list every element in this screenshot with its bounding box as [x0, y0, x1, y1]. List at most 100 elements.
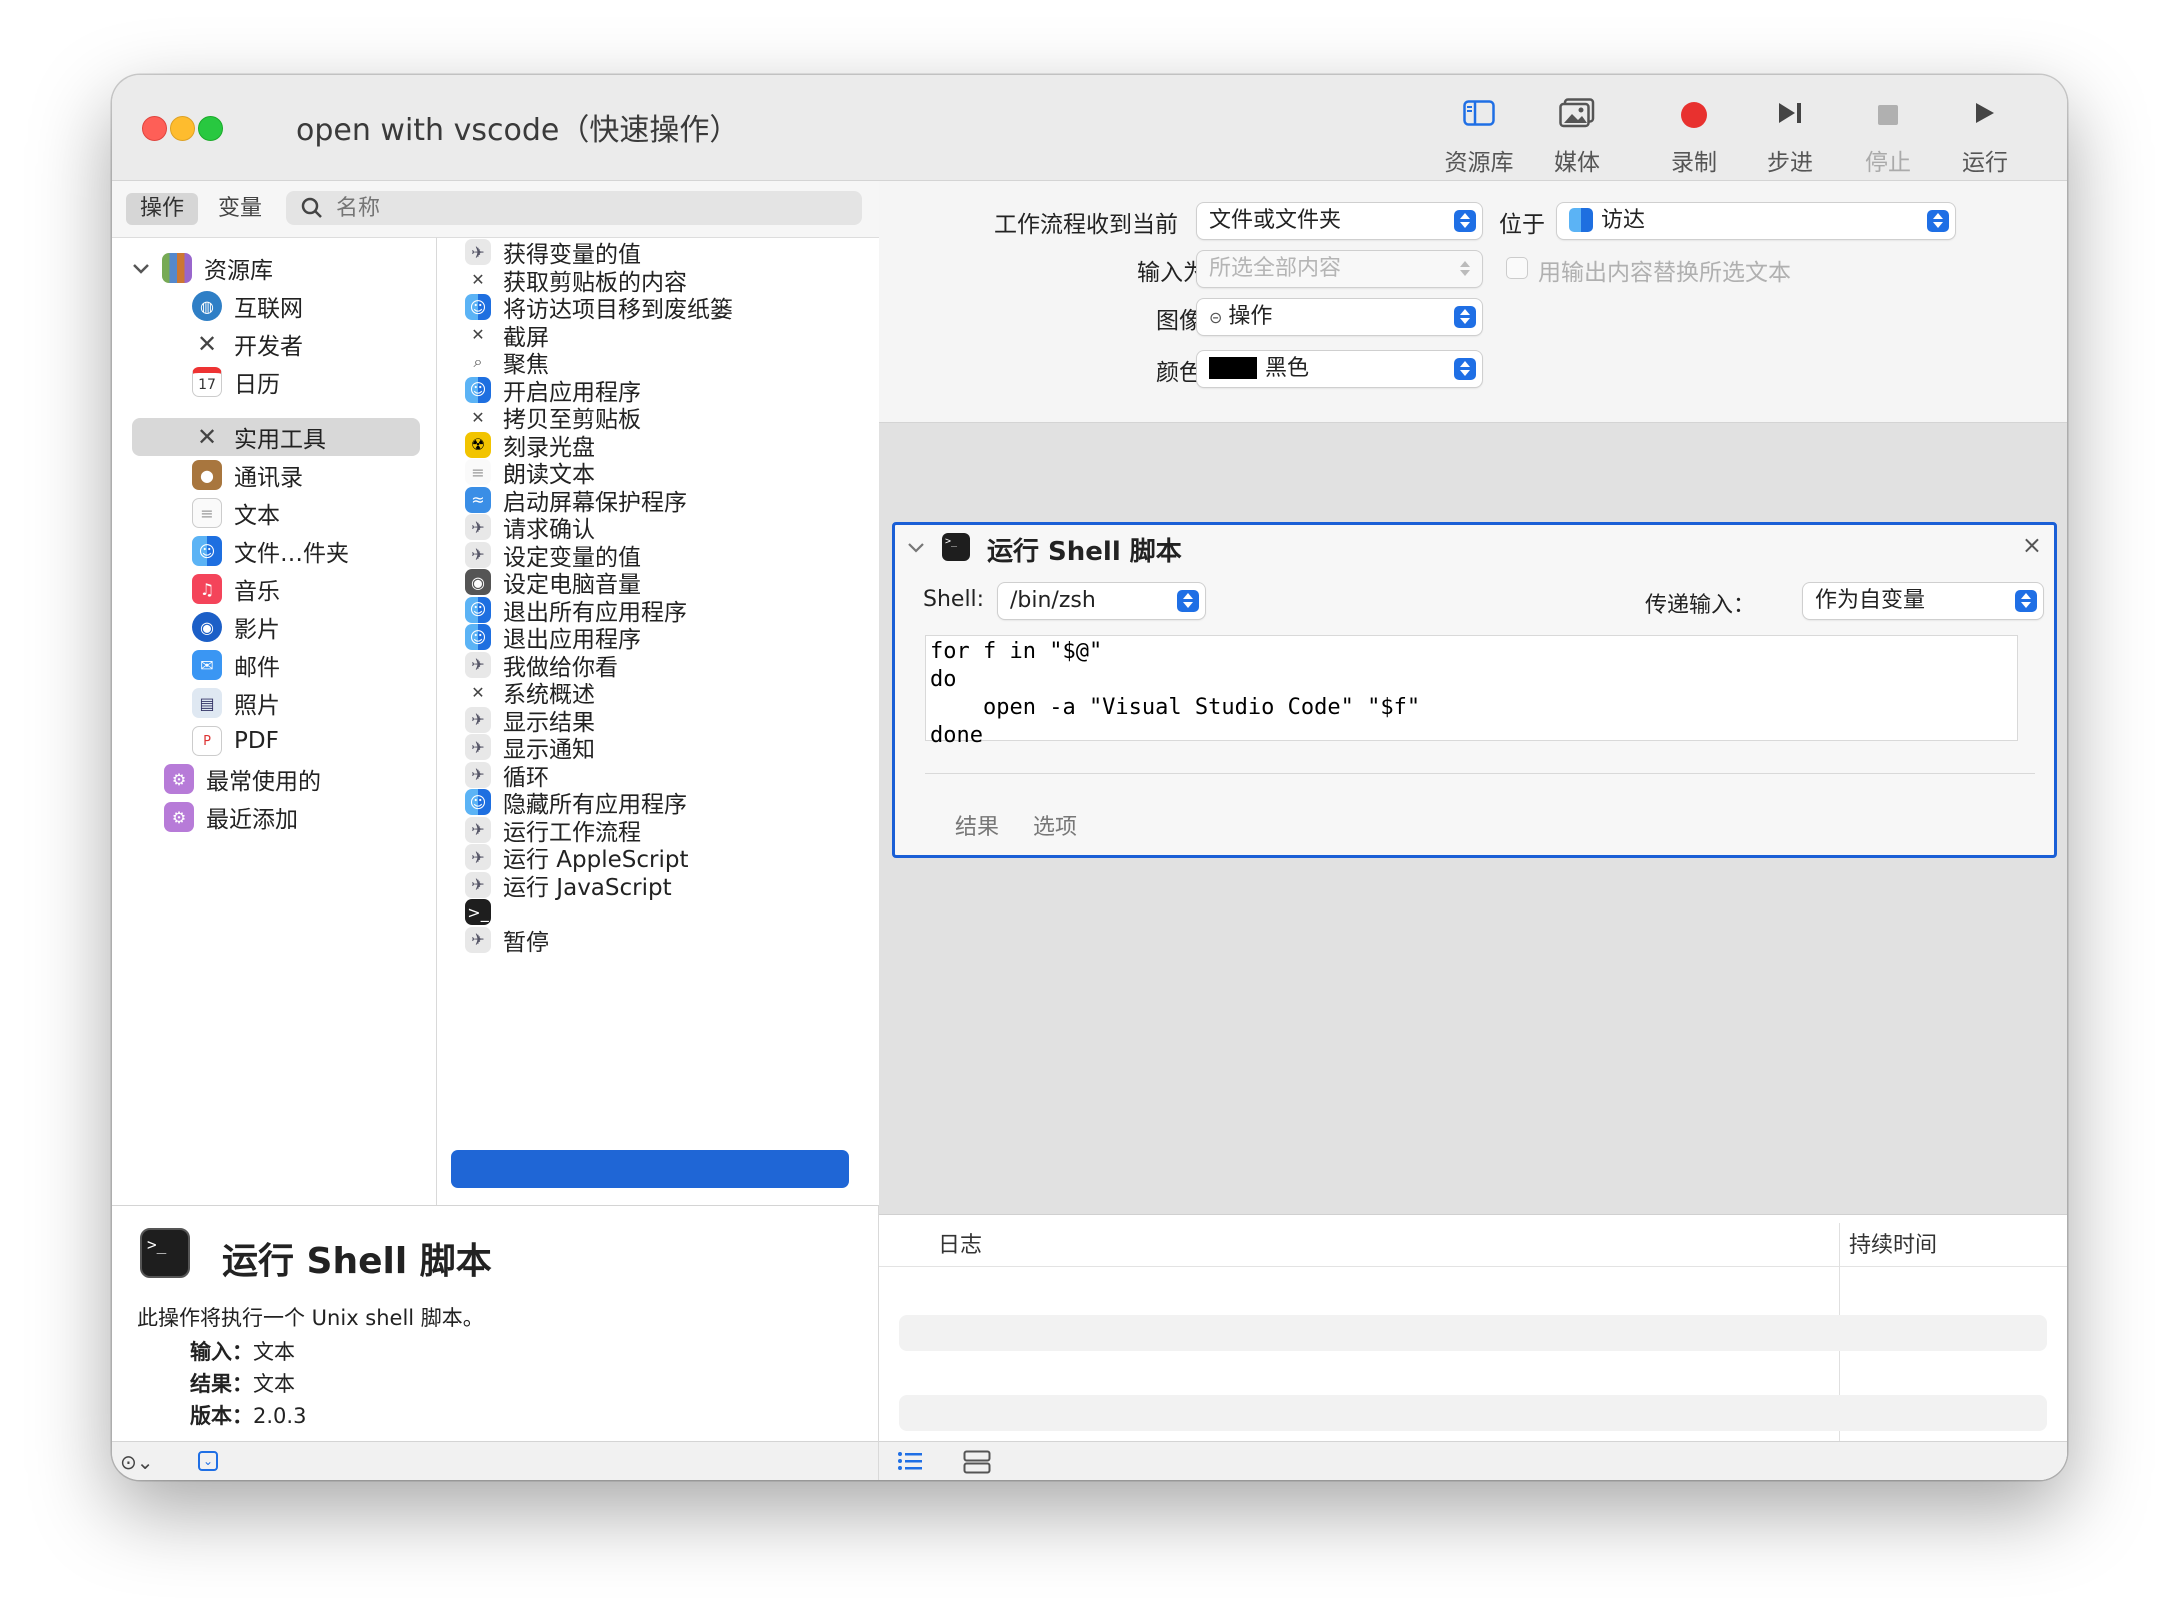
shell-popup[interactable]: /bin/zsh [998, 583, 1205, 619]
action-label: 暂停 [503, 929, 549, 956]
category-label: 文件…件夹 [234, 541, 349, 567]
zoom-window-button[interactable] [198, 116, 223, 141]
finder-icon: ☺ [192, 536, 222, 566]
gear-icon: ⊝ [1209, 308, 1223, 327]
library-tabs: 操作 变量 [112, 181, 879, 237]
input-is-label: 输入为 [1137, 260, 1206, 286]
record-button[interactable]: 录制 [1649, 95, 1739, 177]
close-window-button[interactable] [142, 116, 167, 141]
robot-icon: ✈ [465, 239, 491, 265]
category-calendar[interactable]: 17 日历 [192, 365, 280, 399]
workflow-pane: 工作流程收到当前 文件或文件夹 位于 访达 输入为 所选全部内容 用输出内容替换… [879, 181, 2067, 1480]
play-icon [1974, 101, 1996, 129]
category-pdf[interactable]: P PDF [192, 724, 279, 758]
title-bar: open with vscode（快速操作） 资源库 媒体 录制 步进 停止 运… [112, 75, 2067, 181]
search-field[interactable] [286, 191, 862, 225]
stop-label: 停止 [1865, 150, 1911, 176]
duration-column-header[interactable]: 持续时间 [1849, 1227, 1937, 1259]
category-label: 音乐 [234, 579, 280, 605]
right-bottom-bar [879, 1441, 2067, 1480]
color-label: 颜色 [1156, 360, 1202, 386]
category-label: 最常使用的 [206, 769, 321, 795]
split-view-icon[interactable] [963, 1450, 991, 1478]
version-label: 版本： [190, 1404, 253, 1428]
photos-icon: ▤ [192, 688, 222, 718]
replace-checkbox[interactable] [1506, 257, 1528, 279]
list-view-icon[interactable] [897, 1450, 923, 1476]
stop-button[interactable]: 停止 [1843, 95, 1933, 177]
category-text[interactable]: ≡ 文本 [192, 496, 280, 530]
tools-icon: ✕ [471, 270, 485, 289]
more-options-icon[interactable]: ⊙⌄ [120, 1450, 154, 1474]
tab-options[interactable]: 选项 [1033, 809, 1077, 841]
finder-icon: ☺ [465, 624, 491, 650]
category-utilities[interactable]: ✕ 实用工具 [192, 420, 326, 454]
category-music[interactable]: ♫ 音乐 [192, 572, 280, 606]
search-input[interactable] [336, 191, 836, 225]
log-column-header[interactable]: 日志 [938, 1227, 982, 1259]
color-popup[interactable]: 黑色 [1197, 351, 1482, 387]
media-button[interactable]: 媒体 [1532, 95, 1622, 177]
category-most-used[interactable]: ⚙ 最常使用的 [164, 762, 321, 796]
library-pane: 操作 变量 资源库 ◍ 互联网 ✕ 开发者 [112, 181, 879, 1441]
mail-icon: ✉ [192, 650, 222, 680]
category-library[interactable]: 资源库 [132, 251, 273, 285]
collapse-chevron-icon[interactable] [907, 539, 925, 558]
log-row [899, 1395, 2047, 1431]
checkbox-icon[interactable]: ⌄ [198, 1451, 218, 1471]
media-label: 媒体 [1554, 150, 1600, 176]
run-button[interactable]: 运行 [1940, 95, 2030, 177]
shell-label: Shell: [923, 587, 985, 612]
media-icon [1559, 98, 1595, 132]
library-button[interactable]: 资源库 [1434, 95, 1524, 177]
category-internet[interactable]: ◍ 互联网 [192, 289, 303, 323]
category-label: 最近添加 [206, 807, 298, 833]
image-popup[interactable]: ⊝ 操作 [1197, 299, 1482, 335]
robot-icon: ✈ [465, 706, 491, 733]
description-text: 此操作将执行一个 Unix shell 脚本。 [137, 1306, 484, 1330]
receives-popup[interactable]: 文件或文件夹 [1197, 203, 1482, 239]
automator-window: open with vscode（快速操作） 资源库 媒体 录制 步进 停止 运… [112, 75, 2067, 1480]
shell-script-action[interactable]: >_ 运行 Shell 脚本 × Shell: /bin/zsh 传递输入： 作… [892, 522, 2057, 858]
category-recently-added[interactable]: ⚙ 最近添加 [164, 800, 298, 834]
category-photos[interactable]: ▤ 照片 [192, 686, 280, 720]
category-developer[interactable]: ✕ 开发者 [192, 327, 303, 361]
category-files-folders[interactable]: ☺ 文件…件夹 [192, 534, 349, 568]
terminal-icon: >_ [465, 899, 491, 925]
application-popup[interactable]: 访达 [1557, 203, 1955, 239]
category-label: 互联网 [234, 296, 303, 322]
category-label: 文本 [234, 503, 280, 529]
action-title: 运行 Shell 脚本 [987, 537, 1182, 567]
finder-icon: ☺ [465, 596, 491, 623]
textdoc-icon: ≡ [465, 459, 491, 485]
description-meta: 输入：文本 结果：文本 版本：2.0.3 [190, 1336, 306, 1432]
application-value: 访达 [1601, 208, 1646, 233]
tab-variables[interactable]: 变量 [204, 193, 276, 225]
in-label: 位于 [1499, 212, 1545, 238]
input-is-popup[interactable]: 所选全部内容 [1197, 251, 1482, 287]
pass-input-popup[interactable]: 作为自变量 [1803, 583, 2043, 619]
action-item[interactable]: ✈ 暂停 [465, 923, 549, 957]
stepper-icon [2015, 590, 2037, 612]
input-is-value: 所选全部内容 [1209, 256, 1342, 281]
library-label: 资源库 [1444, 150, 1514, 176]
step-button[interactable]: 步进 [1745, 95, 1835, 177]
color-value: 黑色 [1265, 356, 1310, 381]
category-movies[interactable]: ◉ 影片 [192, 610, 280, 644]
color-swatch [1209, 357, 1257, 379]
robot-icon: ✈ [465, 541, 491, 568]
category-mail[interactable]: ✉ 邮件 [192, 648, 280, 682]
category-contacts[interactable]: ● 通讯录 [192, 458, 303, 492]
disclosure-chevron-icon[interactable] [132, 255, 154, 281]
robot-icon: ✈ [465, 651, 491, 678]
tab-results[interactable]: 结果 [955, 809, 999, 841]
tab-actions[interactable]: 操作 [126, 193, 199, 225]
category-label: 实用工具 [234, 427, 326, 453]
description-title: 运行 Shell 脚本 [222, 1241, 492, 1282]
minimize-window-button[interactable] [170, 116, 195, 141]
pass-input-label: 传递输入： [1645, 593, 1756, 618]
finder-icon: ☺ [465, 376, 491, 403]
pass-input-value: 作为自变量 [1815, 588, 1926, 613]
close-icon[interactable]: × [2022, 531, 2042, 559]
script-editor[interactable]: for f in "$@" do open -a "Visual Studio … [925, 635, 2018, 748]
